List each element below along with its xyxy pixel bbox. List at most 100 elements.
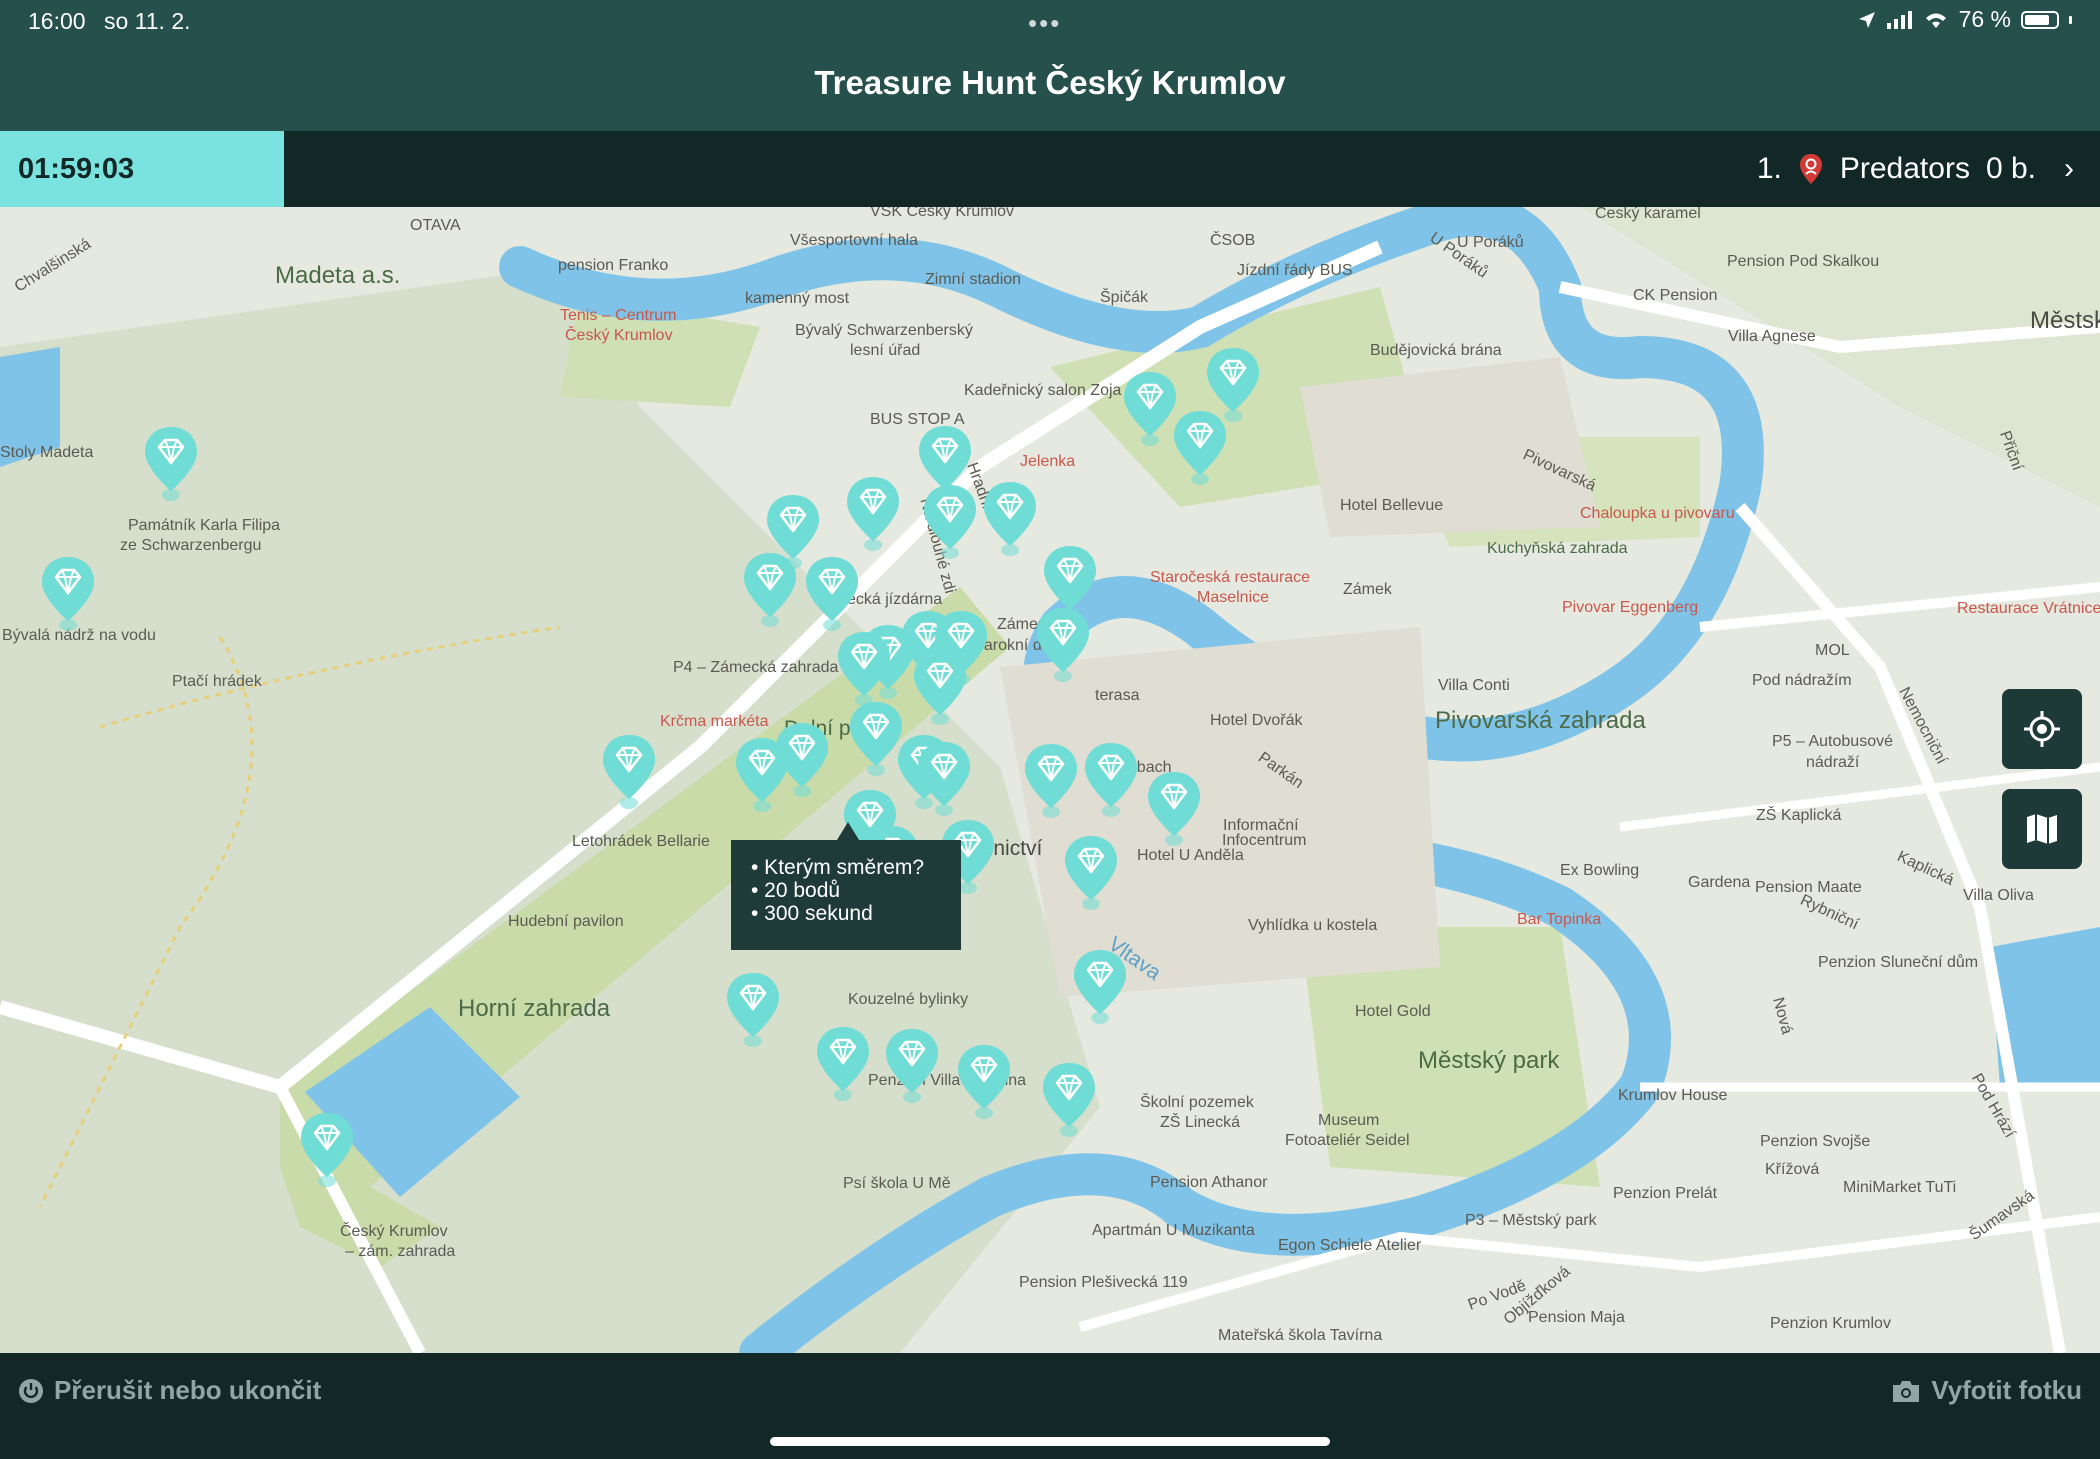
top-bar: 16:00 so 11. 2. ••• 76 % Treasure Hunt Č… [0,0,2100,131]
multitask-dots[interactable]: ••• [1028,8,1061,39]
home-indicator[interactable] [770,1437,1330,1446]
map-label: Pension Maja [1528,1309,1625,1326]
location-arrow-icon [1858,11,1875,28]
map-label: Chaloupka u pivovaru [1580,505,1735,522]
map-layers-button[interactable] [2002,789,2082,869]
treasure-marker[interactable] [38,555,98,633]
treasure-marker[interactable] [882,1027,942,1105]
map-label: Městsk [2030,307,2100,334]
battery-cap [2069,15,2072,24]
map-label: Český Krumlov [340,1223,448,1240]
map-label: U Poráků [1457,234,1524,251]
photo-label: Vyfotit fotku [1931,1375,2082,1405]
map-label: Tenis – Centrum [560,307,677,324]
map-label: Staročeská restaurace [1150,569,1311,586]
map-label: Špičák [1100,289,1149,306]
treasure-marker[interactable] [980,480,1040,558]
treasure-marker[interactable] [843,475,903,553]
map-label: OTAVA [410,217,461,234]
map-label: lesní úřad [850,342,921,359]
map-label: Mateřská škola Tavírna [1218,1327,1383,1344]
map-label: Villa Oliva [1963,887,2034,904]
callout-line: • 20 bodů [751,879,841,902]
treasure-marker[interactable] [834,630,894,708]
treasure-marker[interactable] [910,649,970,727]
treasure-marker[interactable] [813,1025,873,1103]
map-label: VSK Český Krumlov [870,207,1015,220]
treasure-marker[interactable] [1144,770,1204,848]
map-label: terasa [1095,687,1140,704]
diamond-pin-icon [1148,772,1200,846]
diamond-pin-icon [1037,608,1089,682]
locate-crosshair-icon [2024,711,2060,747]
treasure-marker[interactable] [723,971,783,1049]
diamond-pin-icon [817,1027,869,1101]
map-label: ze Schwarzenbergu [120,537,262,554]
map-label: Restaurace Vrátnice [1957,600,2100,617]
ranking-button[interactable]: 1. Predators 0 b. › [1757,131,2074,207]
map-label: Ptačí hrádek [172,673,262,690]
map-label: Stoly Madeta [0,444,94,461]
map-view[interactable]: Madeta a.s. OTAVA Všesportovní hala VSK … [0,207,2100,1353]
camera-icon [1893,1380,1920,1402]
bottom-bar: Přerušit nebo ukončit Vyfotit fotku [0,1353,2100,1459]
diamond-pin-icon [918,742,970,816]
treasure-marker[interactable] [740,551,800,629]
map-label: Hotel Gold [1355,1003,1431,1020]
treasure-marker[interactable] [914,740,974,818]
treasure-marker[interactable] [1033,606,1093,684]
quit-button[interactable]: Přerušit nebo ukončit [18,1375,321,1406]
task-callout[interactable]: • Kterým směrem? • 20 bodů • 300 sekund [731,822,961,950]
treasure-marker[interactable] [1081,741,1141,819]
treasure-marker[interactable] [141,425,201,503]
map-label: Penzion Sluneční dům [1818,954,1979,971]
map-label: Vyhlídka u kostela [1248,917,1378,934]
treasure-marker[interactable] [802,555,862,633]
locate-button[interactable] [2002,689,2082,769]
rank-position: 1. [1756,152,1782,185]
map-label: Penzion Prelát [1613,1185,1718,1202]
map-label: Horní zahrada [458,995,611,1022]
team-name: Predators [1839,152,1970,185]
diamond-pin-icon [958,1045,1010,1119]
treasure-marker[interactable] [1070,948,1130,1026]
treasure-marker[interactable] [1061,834,1121,912]
map-label: Všesportovní hala [790,232,919,249]
diamond-pin-icon [1085,743,1137,817]
page-title: Treasure Hunt Český Krumlov [814,64,1286,101]
diamond-pin-icon [603,735,655,809]
callout-line: • 300 sekund [751,902,873,925]
map-label: Pension Plešivecká 119 [1019,1274,1188,1291]
map-label: P4 – Zámecká zahrada [673,659,839,676]
treasure-marker[interactable] [920,483,980,561]
map-label: Pension Athanor [1150,1174,1268,1191]
treasure-marker[interactable] [599,733,659,811]
map-label: Kadeřnický salon Zoja [964,382,1122,399]
treasure-marker[interactable] [1021,742,1081,820]
battery-icon [2021,10,2059,29]
treasure-marker[interactable] [1170,409,1230,487]
team-points: 0 b. [1985,152,2036,185]
wifi-icon [1925,13,1946,28]
map-label: Krčma markéta [660,713,769,730]
diamond-pin-icon [1043,1063,1095,1137]
treasure-marker[interactable] [1039,1061,1099,1139]
diamond-pin-icon [806,557,858,631]
map-label: Kouzelné bylinky [848,991,969,1008]
treasure-marker[interactable] [297,1111,357,1189]
map-label: Zimní stadion [925,271,1022,288]
treasure-marker[interactable] [732,736,792,814]
map-label: Bývalý Schwarzenberský [795,322,973,339]
map-label: Český Krumlov [565,327,673,344]
map-label: Villa Agnese [1728,328,1816,345]
cellular-signal-icon [1886,10,1912,29]
diamond-pin-icon [727,973,779,1047]
map-label: Penzion Krumlov [1770,1315,1891,1332]
map-label: Villa Conti [1438,677,1510,694]
map-label: MiniMarket TuTi [1843,1179,1957,1196]
map-label: pension Franko [558,257,669,274]
treasure-marker[interactable] [954,1043,1014,1121]
map-label: Městský park [1418,1047,1560,1074]
take-photo-button[interactable]: Vyfotit fotku [1891,1375,2082,1406]
map-label: Maselnice [1197,589,1270,606]
